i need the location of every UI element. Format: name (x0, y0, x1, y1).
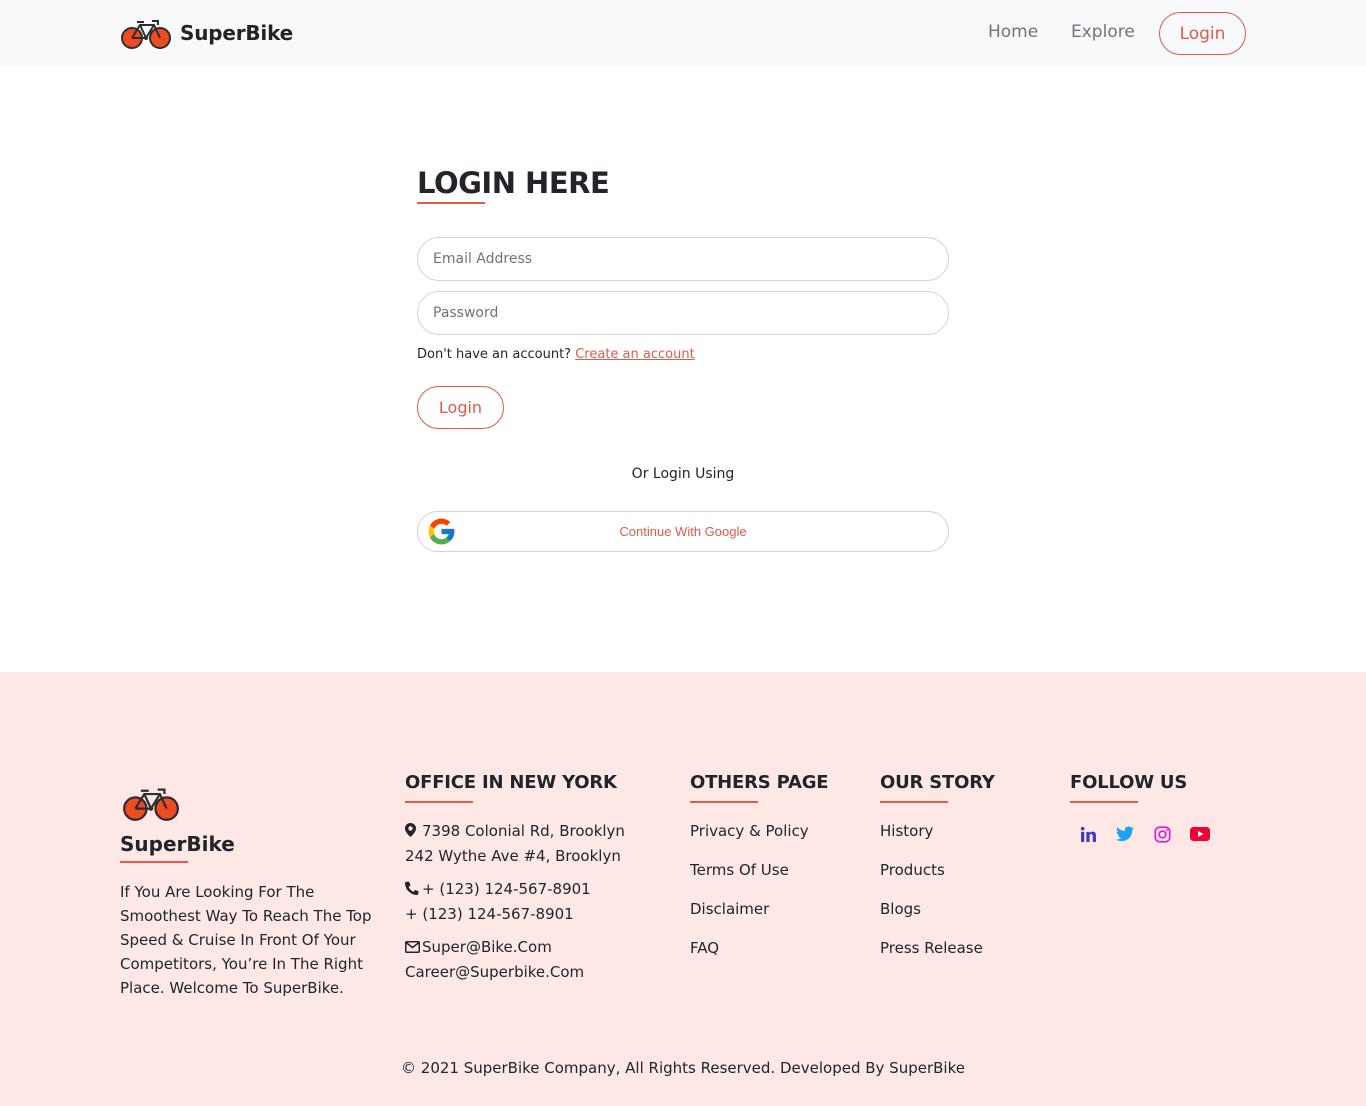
phone-line-2: + (123) 124-567-8901 (405, 905, 574, 923)
navbar: SuperBike Home Explore Login (0, 0, 1366, 66)
disclaimer-link[interactable]: Disclaimer (690, 900, 769, 918)
account-prompt-text: Don't have an account? (417, 347, 572, 362)
office-phone: + (123) 124-567-8901 + (123) 124-567-890… (404, 877, 591, 926)
nav-explore-link[interactable]: Explore (1071, 22, 1135, 42)
others-underline (690, 801, 758, 803)
address-line-2: 242 Wythe Ave #4, Brooklyn (405, 847, 621, 865)
office-address: 7398 Colonial Rd, Brooklyn 242 Wythe Ave… (405, 819, 625, 868)
map-marker-icon (405, 820, 419, 844)
phone-line-1: + (123) 124-567-8901 (422, 880, 591, 898)
brand-name: SuperBike (180, 21, 294, 45)
email-line-2: Career@Superbike.Com (405, 963, 585, 981)
footer-brand: SuperBike (120, 832, 235, 856)
login-button[interactable]: Login (417, 386, 504, 429)
email-line-1: Super@Bike.Com (422, 938, 552, 956)
follow-heading: FOLLOW US (1070, 772, 1188, 793)
nav-login-button[interactable]: Login (1159, 12, 1246, 55)
footer: SuperBike If You Are Looking For The Smo… (0, 672, 1366, 1106)
google-button-label: Continue With Google (619, 524, 747, 539)
follow-underline (1070, 801, 1138, 803)
products-link[interactable]: Products (880, 861, 945, 879)
google-login-button[interactable]: Continue With Google (417, 511, 949, 552)
account-prompt: Don't have an account? Create an account (417, 347, 695, 362)
others-heading: OTHERS PAGE (690, 772, 829, 793)
bicycle-logo-icon (121, 20, 171, 49)
envelope-icon (405, 936, 420, 960)
office-heading: OFFICE IN NEW YORK (405, 772, 617, 793)
or-login-text: Or Login Using (631, 466, 735, 482)
login-title: LOGIN HERE (417, 166, 610, 200)
youtube-icon[interactable] (1188, 822, 1212, 846)
address-line-1: 7398 Colonial Rd, Brooklyn (422, 822, 625, 840)
instagram-icon[interactable] (1150, 822, 1174, 846)
office-email: Super@Bike.Com Career@Superbike.Com (405, 935, 584, 984)
blogs-link[interactable]: Blogs (880, 900, 921, 918)
footer-brand-underline (120, 861, 188, 863)
twitter-icon[interactable] (1113, 822, 1137, 846)
privacy-policy-link[interactable]: Privacy & Policy (690, 822, 809, 840)
copyright-text: © 2021 SuperBike Company, All Rights Res… (401, 1059, 965, 1077)
phone-icon (404, 878, 419, 902)
title-underline (417, 202, 485, 204)
google-icon (428, 518, 455, 545)
story-underline (880, 801, 948, 803)
history-link[interactable]: History (880, 822, 933, 840)
faq-link[interactable]: FAQ (690, 939, 719, 957)
create-account-link[interactable]: Create an account (575, 347, 694, 362)
footer-about-text: If You Are Looking For The Smoothest Way… (120, 883, 372, 997)
press-release-link[interactable]: Press Release (880, 939, 983, 957)
terms-of-use-link[interactable]: Terms Of Use (690, 861, 789, 879)
password-field[interactable] (417, 291, 949, 335)
brand-link[interactable]: SuperBike (120, 16, 293, 50)
linkedin-icon[interactable] (1076, 822, 1100, 846)
bicycle-logo-icon (123, 788, 179, 821)
story-heading: OUR STORY (880, 772, 995, 793)
office-underline (405, 801, 473, 803)
nav-home-link[interactable]: Home (988, 22, 1038, 42)
email-field[interactable] (417, 237, 949, 281)
